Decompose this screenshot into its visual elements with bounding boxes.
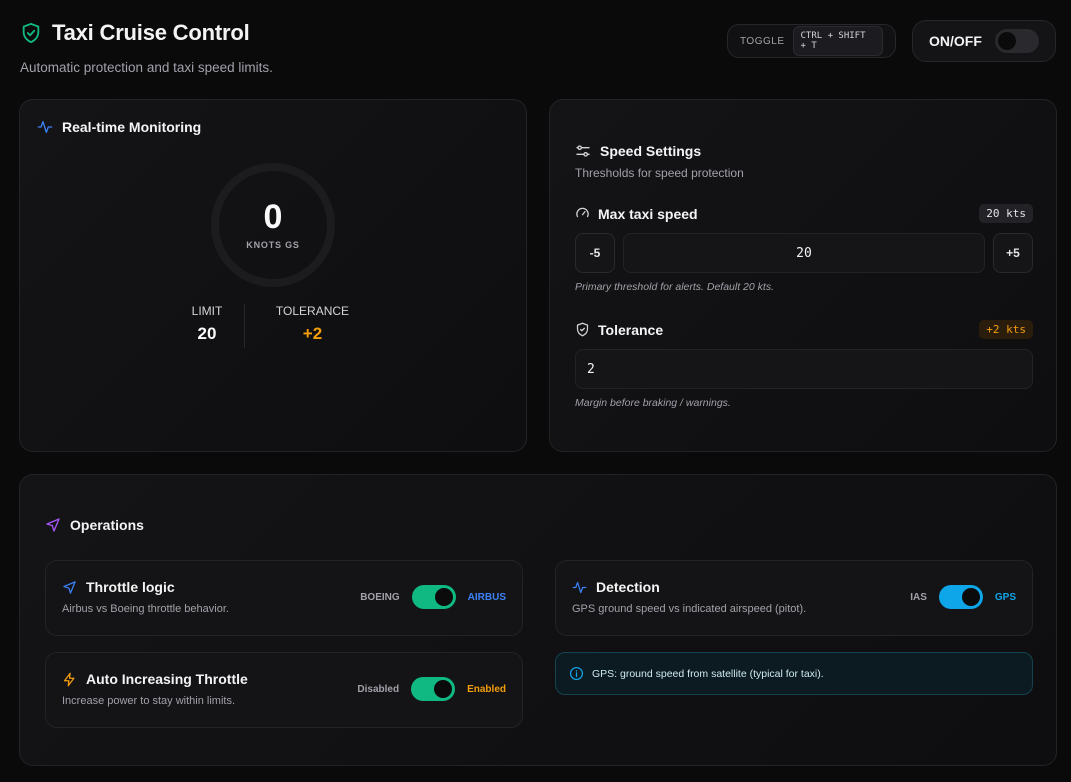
monitoring-title: Real-time Monitoring: [37, 119, 201, 135]
header: Taxi Cruise Control Automatic protection…: [20, 20, 1056, 80]
boeing-label: BOEING: [360, 591, 400, 603]
throttle-logic-title-text: Throttle logic: [86, 579, 175, 595]
max-speed-badge: 20 kts: [979, 204, 1033, 223]
detection-switch[interactable]: [938, 585, 983, 609]
activity-icon: [37, 119, 53, 135]
disabled-label: Disabled: [357, 683, 400, 695]
navigation-icon: [45, 517, 61, 533]
tolerance-value: +2: [302, 324, 323, 343]
title-row: Taxi Cruise Control: [20, 20, 1056, 46]
tolerance-input[interactable]: 2: [575, 349, 1033, 389]
limit-label: LIMIT: [191, 304, 223, 318]
shield-check-icon: [20, 22, 42, 44]
lightning-icon: [62, 672, 77, 687]
auto-throttle-panel: Auto Increasing Throttle Increase power …: [45, 652, 523, 728]
limit-stat: LIMIT 20: [170, 304, 244, 348]
tolerance-hint: Margin before braking / warnings.: [575, 397, 731, 409]
throttle-logic-switch[interactable]: [411, 585, 456, 609]
max-speed-header: Max taxi speed 20 kts: [575, 204, 1033, 223]
speed-settings-description: Thresholds for speed protection: [575, 166, 744, 180]
tolerance-stat: TOLERANCE +2: [244, 304, 380, 348]
speed-settings-card: Speed Settings Thresholds for speed prot…: [549, 99, 1057, 452]
detection-title-text: Detection: [596, 579, 660, 595]
decrement-speed-button[interactable]: -5: [575, 233, 615, 273]
power-toggle[interactable]: ON/OFF: [912, 20, 1056, 62]
speed-unit: KNOTS GS: [246, 240, 300, 250]
throttle-logic-control: BOEING AIRBUS: [360, 585, 506, 609]
tolerance-header: Tolerance +2 kts: [575, 320, 1033, 339]
max-speed-input[interactable]: 20: [623, 233, 985, 273]
monitoring-title-text: Real-time Monitoring: [62, 119, 202, 135]
auto-throttle-switch[interactable]: [411, 677, 456, 701]
detection-description: GPS ground speed vs indicated airspeed (…: [572, 603, 807, 615]
detection-info-box: GPS: ground speed from satellite (typica…: [555, 652, 1033, 695]
max-speed-label: Max taxi speed: [575, 206, 698, 222]
auto-throttle-title: Auto Increasing Throttle: [62, 671, 248, 687]
info-icon: [569, 666, 584, 681]
activity-icon: [572, 580, 587, 595]
auto-throttle-description: Increase power to stay within limits.: [62, 695, 236, 707]
limit-value: 20: [197, 324, 217, 343]
sliders-icon: [575, 143, 591, 159]
shield-icon: [575, 322, 590, 337]
operations-title-text: Operations: [70, 517, 144, 533]
info-text: GPS: ground speed from satellite (typica…: [592, 667, 824, 680]
switch-knob: [961, 588, 980, 606]
ias-label: IAS: [910, 591, 927, 603]
tolerance-field-label: Tolerance: [575, 322, 663, 338]
shortcut-key: CTRL + SHIFT + T: [792, 26, 883, 56]
gauge-icon: [575, 206, 590, 221]
navigation-icon: [62, 580, 77, 595]
auto-throttle-title-text: Auto Increasing Throttle: [86, 671, 248, 687]
detection-control: IAS GPS: [910, 585, 1016, 609]
switch-knob: [998, 32, 1016, 50]
toggle-label: TOGGLE: [740, 35, 785, 47]
monitoring-stats: LIMIT 20 TOLERANCE +2: [170, 304, 380, 348]
monitoring-card: Real-time Monitoring 0 KNOTS GS LIMIT 20…: [19, 99, 527, 452]
operations-card: Operations Throttle logic Airbus vs Boei…: [19, 474, 1057, 766]
tolerance-label: TOLERANCE: [275, 304, 350, 318]
detection-panel: Detection GPS ground speed vs indicated …: [555, 560, 1033, 636]
auto-throttle-control: Disabled Enabled: [357, 677, 506, 701]
page-title: Taxi Cruise Control: [52, 20, 250, 45]
max-speed-label-text: Max taxi speed: [598, 205, 698, 222]
speed-gauge: 0 KNOTS GS: [211, 163, 335, 287]
max-speed-hint: Primary threshold for alerts. Default 20…: [575, 281, 774, 293]
gps-label: GPS: [994, 591, 1016, 603]
switch-knob: [434, 680, 453, 698]
tolerance-field-label-text: Tolerance: [598, 321, 664, 338]
detection-title: Detection: [572, 579, 660, 595]
tolerance-badge: +2 kts: [979, 320, 1033, 339]
app-root: Taxi Cruise Control Automatic protection…: [0, 0, 1071, 782]
airbus-label: AIRBUS: [467, 591, 506, 603]
page-subtitle: Automatic protection and taxi speed limi…: [20, 60, 273, 75]
switch-knob: [434, 588, 453, 606]
increment-speed-button[interactable]: +5: [993, 233, 1033, 273]
power-toggle-label: ON/OFF: [929, 33, 982, 49]
operations-title: Operations: [45, 517, 144, 533]
toggle-shortcut-hint: TOGGLE CTRL + SHIFT + T: [727, 24, 896, 58]
enabled-label: Enabled: [467, 683, 506, 695]
throttle-logic-title: Throttle logic: [62, 579, 175, 595]
throttle-logic-description: Airbus vs Boeing throttle behavior.: [62, 603, 229, 615]
speed-value: 0: [263, 198, 283, 236]
speed-settings-title: Speed Settings: [575, 143, 701, 159]
throttle-logic-panel: Throttle logic Airbus vs Boeing throttle…: [45, 560, 523, 636]
power-switch[interactable]: [995, 29, 1039, 53]
speed-settings-title-text: Speed Settings: [600, 143, 702, 159]
